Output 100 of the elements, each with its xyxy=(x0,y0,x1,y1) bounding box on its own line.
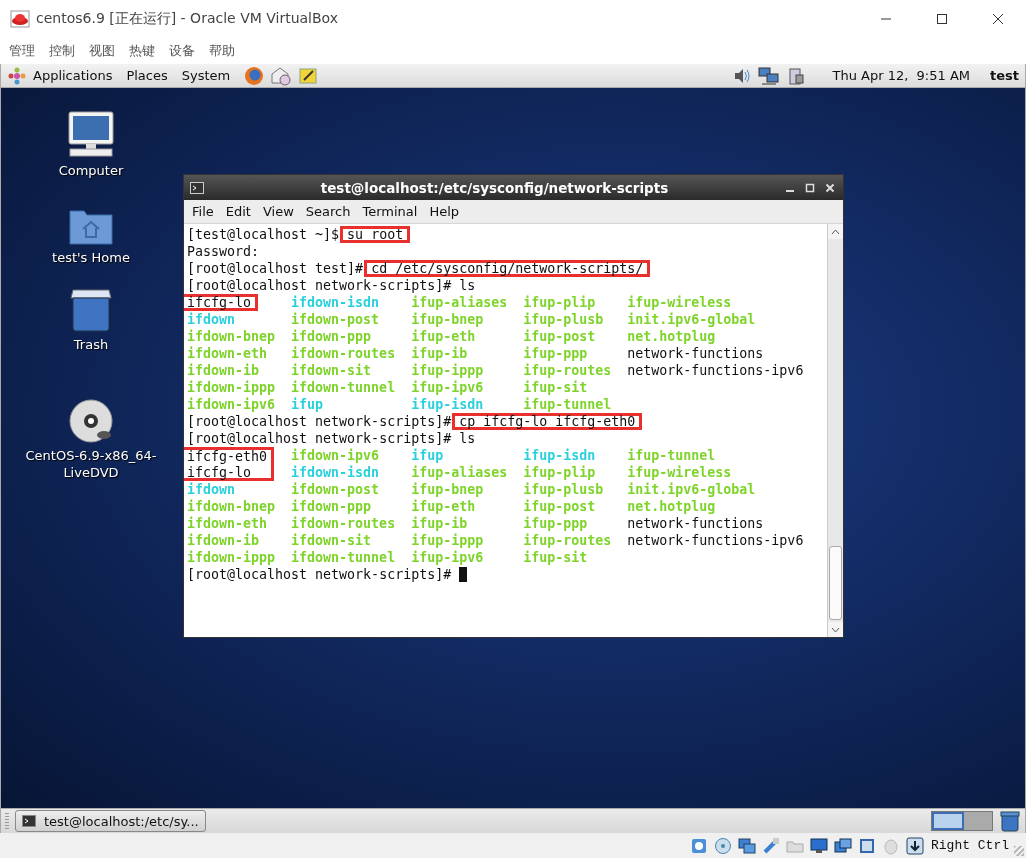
icon-label[interactable]: test's Home xyxy=(16,249,166,266)
file-name: ifup-aliases xyxy=(411,464,508,481)
file-name: ifdown-eth xyxy=(187,345,268,362)
file-name: ifup-wireless xyxy=(627,464,732,481)
file-name: ifdown-ippp xyxy=(187,379,276,396)
file-name: network-functions xyxy=(627,345,764,362)
file-name: net.hotplug xyxy=(627,498,716,515)
monitor-icon[interactable] xyxy=(810,836,828,855)
file-name: ifdown-ppp xyxy=(291,498,372,515)
file-name: ifup-wireless xyxy=(627,294,732,311)
file-name: ifup-ib xyxy=(411,345,468,362)
file-name: ifup-ipv6 xyxy=(411,379,484,396)
file-name: net.hotplug xyxy=(627,328,716,345)
file-name: ifdown-bnep xyxy=(187,498,276,515)
menu-item[interactable]: Terminal xyxy=(362,204,418,219)
file-name: ifup-sit xyxy=(523,549,588,566)
clock-text[interactable]: Thu Apr 12, 9:51 AM xyxy=(832,68,970,83)
command-text: cp ifcfg-lo ifcfg-eth0 xyxy=(452,413,643,430)
workspace-switcher[interactable] xyxy=(931,811,993,831)
file-name: ifup-bnep xyxy=(411,481,484,498)
user-name[interactable]: test xyxy=(990,68,1019,83)
menu-item[interactable]: Search xyxy=(305,204,351,219)
resize-grip-icon[interactable] xyxy=(1014,846,1024,856)
trash-icon[interactable] xyxy=(69,288,113,332)
usb-plug-icon[interactable] xyxy=(762,836,780,855)
file-name: ifup-routes xyxy=(523,362,612,379)
shell-prompt: [test@localhost ~]$ xyxy=(187,227,340,242)
menu-item[interactable]: 帮助 xyxy=(209,42,235,60)
file-name: ifup-routes xyxy=(523,532,612,549)
file-name: ifup-ippp xyxy=(411,362,484,379)
maximize-icon xyxy=(936,13,948,25)
file-name: ifup-ppp xyxy=(523,515,588,532)
panel-menu[interactable]: Places xyxy=(126,68,168,83)
terminal-icon xyxy=(190,181,204,194)
terminal-icon xyxy=(22,815,36,827)
file-name: ifup-tunnel xyxy=(523,396,612,413)
file-name: ifdown-ib xyxy=(187,362,260,379)
file-name: ifup-post xyxy=(523,498,596,515)
file-name: ifdown-sit xyxy=(291,362,372,379)
panel-menu[interactable]: Applications xyxy=(33,68,113,83)
icon-label[interactable]: Trash xyxy=(16,336,166,353)
scroll-up-icon[interactable] xyxy=(828,224,843,239)
file-name: ifdown-ipv6 xyxy=(187,396,276,413)
scrollbar-thumb[interactable] xyxy=(829,546,842,620)
file-name: ifcfg-lo xyxy=(184,464,275,481)
file-name: ifdown-tunnel xyxy=(291,549,396,566)
maximize-button[interactable] xyxy=(805,182,815,193)
file-name: ifup-isdn xyxy=(523,447,596,464)
file-name: ifup-sit xyxy=(523,379,588,396)
home-folder-icon[interactable] xyxy=(69,207,113,245)
file-name: ifdown-ib xyxy=(187,532,260,549)
shell-prompt: [root@localhost test]# xyxy=(187,261,364,276)
menu-item[interactable]: File xyxy=(192,204,214,219)
file-name: ifdown-bnep xyxy=(187,328,276,345)
gnome-foot-icon[interactable] xyxy=(7,65,27,86)
file-name: ifdown-routes xyxy=(291,345,396,362)
menu-item[interactable]: Help xyxy=(429,204,460,219)
file-name: ifup xyxy=(411,447,444,464)
terminal-title: test@localhost:/etc/sysconfig/network-scripts xyxy=(319,179,670,196)
file-name: ifup-ib xyxy=(411,515,468,532)
file-name: ifdown-isdn xyxy=(291,294,380,311)
menu-item[interactable]: Edit xyxy=(225,204,251,219)
file-name: init.ipv6-global xyxy=(627,481,756,498)
windows-pair-icon[interactable] xyxy=(834,836,852,855)
file-name: network-functions-ipv6 xyxy=(627,362,804,379)
file-name: ifcfg-lo xyxy=(184,294,259,311)
cd-disc-icon[interactable] xyxy=(69,399,113,443)
network-computers-icon[interactable] xyxy=(758,65,781,86)
icon-label[interactable]: Computer xyxy=(16,162,166,179)
file-name: ifdown-sit xyxy=(291,532,372,549)
notepad-pencil-icon[interactable] xyxy=(298,65,319,86)
menu-item[interactable]: 控制 xyxy=(49,42,75,60)
file-name: ifdown-isdn xyxy=(291,464,380,481)
file-name: ifup-plip xyxy=(523,464,596,481)
file-name: ifup-plusb xyxy=(523,311,604,328)
panel-grip-icon[interactable] xyxy=(5,813,9,829)
panel-menu[interactable]: System xyxy=(181,68,231,83)
file-name: ifup-plip xyxy=(523,294,596,311)
command-text: ls xyxy=(459,431,476,446)
output-text: Password: xyxy=(187,244,260,259)
menu-item[interactable]: 管理 xyxy=(9,42,35,60)
browser-globe-icon[interactable] xyxy=(244,65,265,86)
close-button[interactable] xyxy=(825,182,835,193)
menu-item[interactable]: 视图 xyxy=(89,42,115,60)
file-name: ifdown-routes xyxy=(291,515,396,532)
windows-stack-icon[interactable] xyxy=(738,836,756,855)
file-name: ifdown-post xyxy=(291,311,380,328)
menu-item[interactable]: 设备 xyxy=(169,42,195,60)
file-name: ifdown-tunnel xyxy=(291,379,396,396)
scrollbar[interactable] xyxy=(827,224,843,637)
file-name: ifcfg-eth0 xyxy=(184,447,275,464)
menu-item[interactable]: View xyxy=(262,204,294,219)
scroll-down-icon[interactable] xyxy=(828,622,843,637)
shell-prompt: [root@localhost network-scripts]# xyxy=(187,414,452,429)
trash-icon[interactable] xyxy=(999,810,1021,832)
icon-label[interactable]: CentOS-6.9-x86_64-LiveDVD xyxy=(16,447,166,481)
file-name: ifup-ipv6 xyxy=(411,549,484,566)
taskbar-button[interactable]: test@localhost:/etc/sy... xyxy=(15,810,206,832)
menu-item[interactable]: 热键 xyxy=(129,42,155,60)
computer-icon[interactable] xyxy=(66,110,116,158)
